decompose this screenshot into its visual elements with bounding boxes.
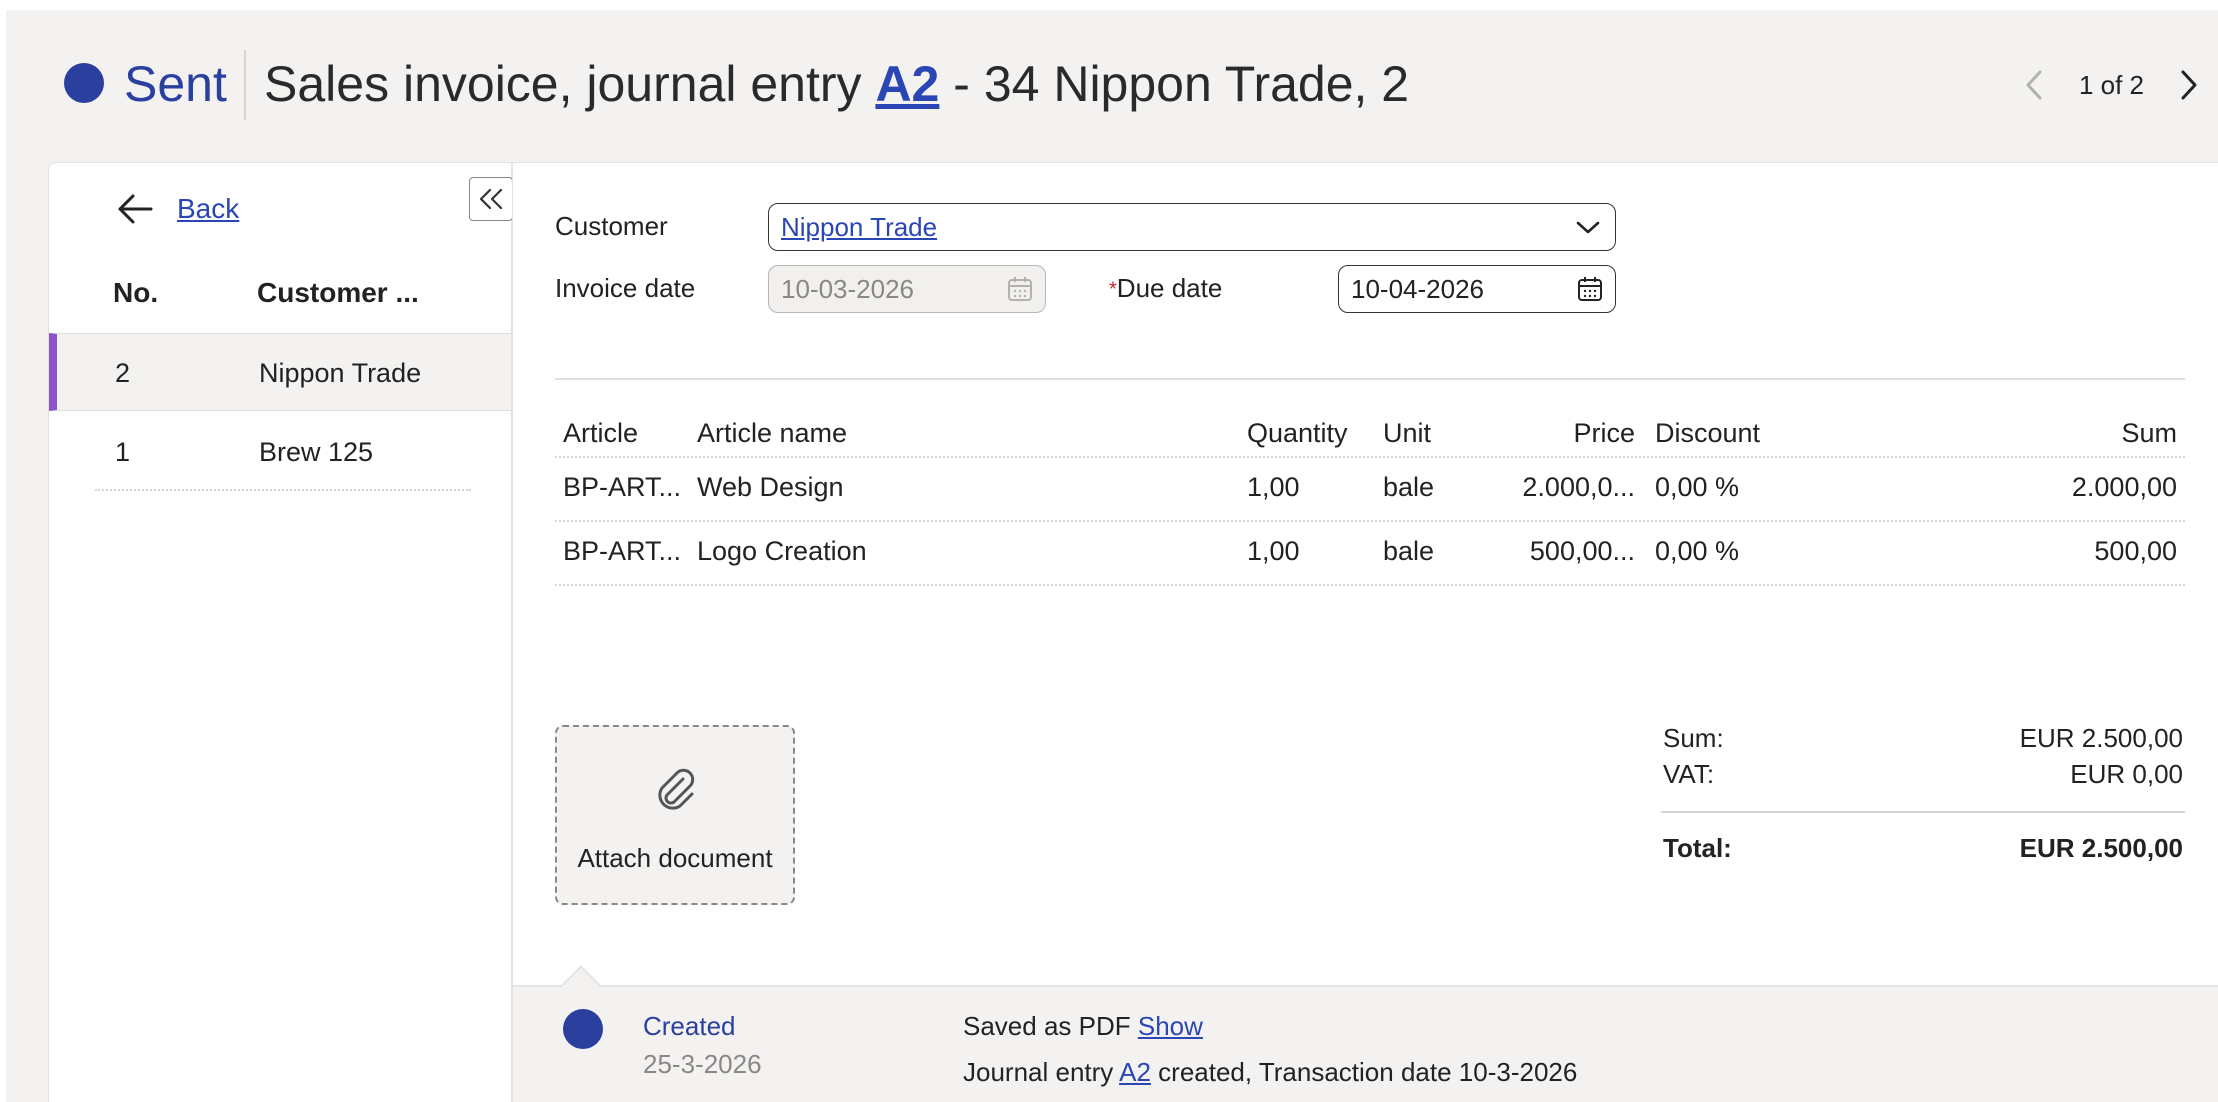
required-mark: * bbox=[1109, 278, 1117, 301]
cell-unit: bale bbox=[1383, 472, 1435, 502]
column-header-price: Price bbox=[1573, 418, 1635, 448]
status-indicator bbox=[64, 63, 104, 103]
column-header-customer[interactable]: Customer ... bbox=[257, 277, 419, 309]
column-header-article: Article bbox=[563, 418, 639, 448]
totals-vat-label: VAT: bbox=[1663, 759, 1715, 789]
totals-total-value: EUR 2.500,00 bbox=[2019, 833, 2183, 863]
chevron-down-icon bbox=[1576, 221, 1600, 234]
cell-article: BP-ART... bbox=[563, 472, 682, 502]
column-header-no[interactable]: No. bbox=[113, 277, 158, 309]
invoice-detail-panel: Customer Nippon Trade Invoice date 10-03… bbox=[512, 162, 2218, 1102]
due-date-label-text: Due date bbox=[1116, 273, 1223, 303]
totals-total-label: Total: bbox=[1663, 833, 1732, 863]
invoice-date-label: Invoice date bbox=[555, 273, 696, 303]
app-frame: Sent Sales invoice, journal entry A2 - 3… bbox=[6, 10, 2218, 1102]
activity-journal-suffix: created, Transaction date 10-3-2026 bbox=[1158, 1057, 1578, 1087]
list-item-no: 2 bbox=[115, 358, 131, 388]
chevron-left-icon bbox=[2026, 70, 2042, 100]
journal-entry-link[interactable]: A2 bbox=[875, 56, 939, 112]
paperclip-icon bbox=[658, 768, 695, 810]
next-button[interactable] bbox=[2174, 65, 2204, 105]
totals-divider bbox=[1661, 811, 2185, 813]
list-item-customer: Nippon Trade bbox=[259, 358, 422, 388]
status-label: Sent bbox=[124, 56, 227, 112]
back-row: Back bbox=[117, 193, 239, 225]
list-item-no: 1 bbox=[115, 437, 131, 467]
cell-article: BP-ART... bbox=[563, 536, 682, 566]
cell-article-name: Logo Creation bbox=[697, 536, 867, 566]
list-item[interactable]: 2 Nippon Trade bbox=[49, 333, 511, 411]
totals-total-row: Total: EUR 2.500,00 bbox=[1655, 833, 2185, 869]
customer-link[interactable]: Nippon Trade bbox=[781, 212, 937, 243]
column-header-unit: Unit bbox=[1383, 418, 1432, 448]
invoice-date-value: 10-03-2026 bbox=[781, 273, 914, 304]
due-date-field[interactable]: 10-04-2026 bbox=[1338, 265, 1616, 313]
row-separator bbox=[95, 489, 471, 491]
column-header-quantity: Quantity bbox=[1247, 418, 1348, 448]
column-header-discount: Discount bbox=[1655, 418, 1761, 448]
invoice-lines-table: Article Article name Quantity Unit Price… bbox=[555, 408, 2185, 586]
cell-price: 2.000,0... bbox=[1522, 472, 1635, 502]
activity-status: Created bbox=[643, 1011, 736, 1041]
activity-journal-line: Journal entry A2 created, Transaction da… bbox=[963, 1057, 1577, 1088]
due-date-label: *Due date bbox=[1109, 273, 1222, 304]
double-chevron-left-icon bbox=[479, 188, 503, 210]
cell-quantity: 1,00 bbox=[1247, 536, 1300, 566]
calendar-icon bbox=[1008, 277, 1032, 301]
totals-vat-value: EUR 0,00 bbox=[2070, 759, 2183, 789]
cell-quantity: 1,00 bbox=[1247, 472, 1300, 502]
activity-date: 25-3-2026 bbox=[643, 1049, 762, 1079]
collapse-panel-button[interactable] bbox=[469, 177, 513, 221]
cell-sum: 500,00 bbox=[2094, 536, 2177, 566]
table-row[interactable]: BP-ART... Web Design 1,00 bale 2.000,0..… bbox=[555, 458, 2185, 522]
title-suffix: - 34 Nippon Trade, 2 bbox=[953, 56, 1410, 112]
due-date-value: 10-04-2026 bbox=[1351, 273, 1484, 304]
title-prefix: Sales invoice, journal entry bbox=[264, 56, 862, 112]
list-item-customer: Brew 125 bbox=[259, 437, 374, 467]
column-header-sum: Sum bbox=[2121, 418, 2177, 448]
invoice-list-panel: Back No. Customer ... 2 Nippon Trade 1 B… bbox=[48, 162, 513, 1102]
totals-sum-value: EUR 2.500,00 bbox=[2019, 723, 2183, 753]
page-header: Sent Sales invoice, journal entry A2 - 3… bbox=[6, 10, 2218, 160]
cell-article-name: Web Design bbox=[697, 472, 844, 502]
list-item[interactable]: 1 Brew 125 bbox=[49, 413, 511, 491]
activity-journal-entry-link[interactable]: A2 bbox=[1119, 1057, 1151, 1087]
previous-button[interactable] bbox=[2019, 65, 2049, 105]
back-link[interactable]: Back bbox=[177, 193, 239, 225]
calendar-icon[interactable] bbox=[1577, 276, 1603, 302]
activity-status-dot bbox=[563, 1009, 603, 1049]
table-header-row: Article Article name Quantity Unit Price… bbox=[555, 408, 2185, 458]
show-pdf-link[interactable]: Show bbox=[1138, 1011, 1203, 1041]
totals-vat-row: VAT: EUR 0,00 bbox=[1655, 759, 2185, 795]
page-title: Sales invoice, journal entry A2 - 34 Nip… bbox=[264, 54, 1409, 114]
invoice-date-field: 10-03-2026 bbox=[768, 265, 1046, 313]
attach-document-button[interactable]: Attach document bbox=[555, 725, 795, 905]
chevron-right-icon bbox=[2181, 70, 2197, 100]
cell-unit: bale bbox=[1383, 536, 1435, 566]
totals-block: Sum: EUR 2.500,00 VAT: EUR 0,00 Total: E… bbox=[1655, 723, 2185, 869]
customer-select[interactable]: Nippon Trade bbox=[768, 203, 1616, 251]
customer-label: Customer bbox=[555, 211, 668, 241]
cell-discount: 0,00 % bbox=[1655, 536, 1740, 566]
pager-count: 1 of 2 bbox=[2078, 69, 2144, 100]
activity-pdf-line: Saved as PDF Show bbox=[963, 1011, 1203, 1042]
activity-journal-prefix: Journal entry bbox=[963, 1057, 1114, 1087]
totals-sum-row: Sum: EUR 2.500,00 bbox=[1655, 723, 2185, 759]
list-header: No. Customer ... bbox=[49, 263, 511, 323]
table-row[interactable]: BP-ART... Logo Creation 1,00 bale 500,00… bbox=[555, 522, 2185, 586]
activity-pdf-text: Saved as PDF bbox=[963, 1011, 1131, 1041]
column-header-article-name: Article name bbox=[697, 418, 848, 448]
activity-log: Created 25-3-2026 Saved as PDF Show Jour… bbox=[513, 965, 2218, 1102]
cell-price: 500,00... bbox=[1529, 536, 1635, 566]
totals-sum-label: Sum: bbox=[1663, 723, 1724, 753]
cell-discount: 0,00 % bbox=[1655, 472, 1740, 502]
section-divider bbox=[555, 378, 2185, 380]
pager: 1 of 2 bbox=[2019, 60, 2204, 110]
attach-document-label: Attach document bbox=[577, 843, 773, 873]
cell-sum: 2.000,00 bbox=[2071, 472, 2177, 502]
header-divider bbox=[244, 50, 246, 120]
activity-notch bbox=[561, 965, 601, 1005]
arrow-left-icon[interactable] bbox=[117, 193, 153, 225]
